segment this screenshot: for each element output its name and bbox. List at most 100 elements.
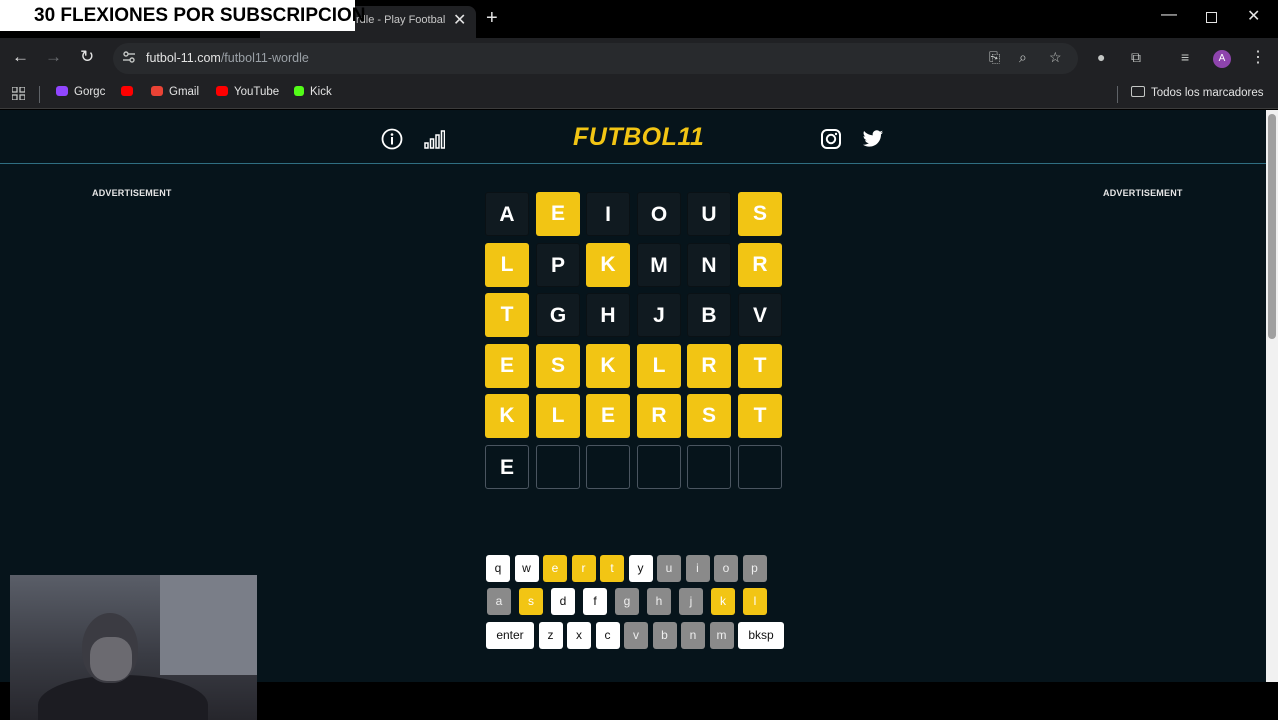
board-tile: R — [687, 344, 731, 388]
info-icon[interactable] — [381, 128, 403, 150]
reload-icon[interactable]: ↻ — [80, 47, 94, 67]
key-d[interactable]: d — [551, 588, 575, 615]
board-tile: E — [485, 344, 529, 388]
instagram-icon[interactable] — [820, 128, 842, 150]
board-tile: L — [536, 394, 580, 438]
youtube-icon — [216, 86, 228, 96]
restore-icon[interactable] — [1206, 12, 1217, 23]
twitch-icon — [56, 86, 68, 96]
url-text: futbol-11.com/futbol11-wordle — [146, 51, 309, 65]
menu-kebab-icon[interactable]: ⋮ — [1250, 47, 1266, 67]
board-tile: R — [738, 243, 782, 287]
key-p[interactable]: p — [742, 555, 767, 582]
key-k[interactable]: k — [711, 588, 735, 615]
folder-icon — [1131, 86, 1145, 97]
board-tile: N — [687, 243, 731, 287]
extension-icon[interactable]: ● — [1097, 49, 1105, 65]
bookmark-star-icon[interactable]: ☆ — [1049, 49, 1062, 66]
board-tile: S — [738, 192, 782, 236]
key-o[interactable]: o — [714, 555, 738, 582]
key-c[interactable]: c — [595, 622, 620, 649]
bookmark-gmail[interactable]: Gmail — [151, 86, 199, 102]
all-bookmarks-label: Todos los marcadores — [1151, 87, 1264, 99]
board-tile: S — [536, 344, 580, 388]
board-tile — [637, 445, 681, 489]
key-z[interactable]: z — [538, 622, 563, 649]
page-scrollbar[interactable] — [1266, 110, 1278, 682]
key-v[interactable]: v — [624, 622, 648, 649]
board-tile — [687, 445, 731, 489]
webcam-background — [160, 575, 257, 675]
twitter-icon[interactable] — [862, 128, 884, 150]
key-x[interactable]: x — [567, 622, 591, 649]
title-bar: rdle - Play Footbal ✕ + — ✕ 30 FLEXIONES… — [0, 0, 1278, 38]
key-f[interactable]: f — [583, 588, 607, 615]
key-n[interactable]: n — [681, 622, 705, 649]
key-i[interactable]: i — [685, 555, 710, 582]
key-y[interactable]: y — [628, 555, 653, 582]
stream-overlay-banner: 30 FLEXIONES POR SUBSCRIPCION — [0, 0, 366, 31]
bookmark-youtube-1[interactable] — [121, 86, 139, 102]
site-settings-icon[interactable] — [122, 50, 136, 64]
key-u[interactable]: u — [657, 555, 681, 582]
all-bookmarks-button[interactable]: Todos los marcadores — [1131, 86, 1264, 99]
zoom-icon[interactable]: ⌕ — [1019, 49, 1027, 66]
browser-toolbar: ← → ↻ futbol-11.com/futbol11-wordle ⎘ ⌕ … — [0, 38, 1278, 79]
key-j[interactable]: j — [679, 588, 703, 615]
board-tile: V — [738, 293, 782, 337]
key-enter[interactable]: enter — [486, 622, 534, 649]
key-b[interactable]: b — [652, 622, 677, 649]
board-tile: H — [586, 293, 630, 337]
window-close-icon[interactable]: ✕ — [1247, 6, 1260, 26]
board-tile: T — [738, 344, 782, 388]
profile-avatar[interactable]: A — [1213, 50, 1231, 68]
stats-icon[interactable] — [423, 128, 445, 150]
apps-grid-icon[interactable] — [12, 87, 25, 100]
key-w[interactable]: w — [514, 555, 539, 582]
board-tile: E — [536, 192, 580, 236]
key-e[interactable]: e — [543, 555, 567, 582]
bookmarks-separator — [39, 86, 40, 103]
webcam-person-face — [90, 637, 132, 681]
scrollbar-thumb[interactable] — [1268, 114, 1276, 339]
media-queue-icon[interactable]: ≡ — [1181, 49, 1189, 65]
bookmarks-separator — [1117, 86, 1118, 103]
new-tab-icon[interactable]: + — [486, 7, 498, 30]
board-tile — [536, 445, 580, 489]
key-q[interactable]: q — [486, 555, 510, 582]
key-r[interactable]: r — [571, 555, 596, 582]
bookmark-gorgc[interactable]: Gorgc — [56, 86, 105, 102]
advertisement-right: ADVERTISEMENT — [1103, 188, 1183, 198]
key-s[interactable]: s — [519, 588, 543, 615]
board-tile: G — [536, 293, 580, 337]
board-tile: E — [485, 445, 529, 489]
board-tile: R — [637, 394, 681, 438]
bookmark-label: YouTube — [234, 86, 280, 98]
key-l[interactable]: l — [743, 588, 767, 615]
key-g[interactable]: g — [615, 588, 639, 615]
key-h[interactable]: h — [647, 588, 671, 615]
key-m[interactable]: m — [709, 622, 734, 649]
back-icon[interactable]: ← — [12, 47, 29, 67]
site-logo[interactable]: FUTBOL11 — [573, 123, 704, 152]
key-a[interactable]: a — [487, 588, 511, 615]
advertisement-left: ADVERTISEMENT — [92, 188, 172, 198]
tab-close-icon[interactable]: ✕ — [453, 10, 466, 30]
kick-icon — [294, 86, 304, 96]
bookmark-kick[interactable]: Kick — [294, 86, 332, 102]
board-tile: L — [485, 243, 529, 287]
key-t[interactable]: t — [600, 555, 624, 582]
address-bar[interactable]: futbol-11.com/futbol11-wordle ⎘ ⌕ ☆ — [113, 43, 1078, 74]
site-header: FUTBOL11 — [0, 110, 1266, 164]
board-tile: K — [586, 344, 630, 388]
translate-icon[interactable]: ⎘ — [989, 49, 1000, 66]
forward-icon[interactable]: → — [45, 47, 62, 67]
board-tile: U — [687, 192, 731, 236]
board-tile: J — [637, 293, 681, 337]
bookmark-youtube-2[interactable]: YouTube — [216, 86, 279, 102]
key-bksp[interactable]: bksp — [738, 622, 784, 649]
youtube-icon — [121, 86, 133, 96]
extensions-puzzle-icon[interactable]: ⧉ — [1131, 49, 1141, 66]
minimize-icon[interactable]: — — [1161, 6, 1177, 24]
screen: rdle - Play Footbal ✕ + — ✕ 30 FLEXIONES… — [0, 0, 1278, 720]
